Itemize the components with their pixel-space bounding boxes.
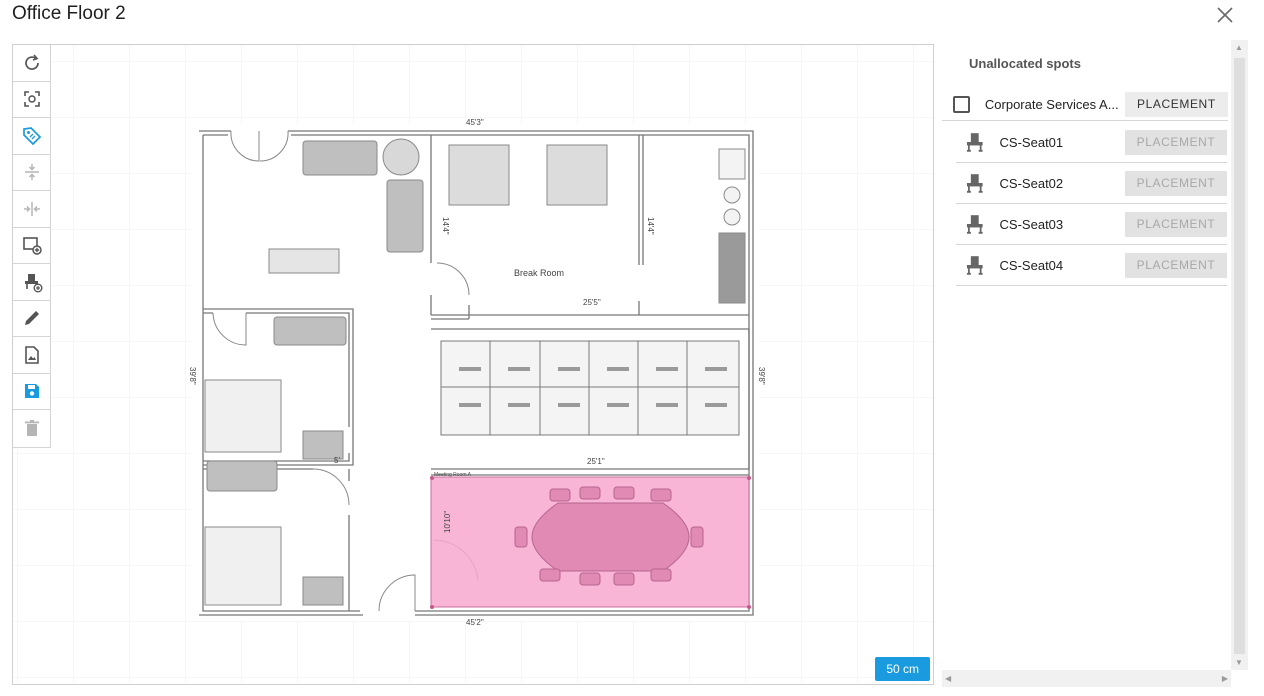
edit-button[interactable]: [13, 301, 50, 337]
compress-vertical-button[interactable]: [13, 155, 50, 191]
save-icon: [24, 384, 39, 399]
scroll-down-icon[interactable]: ▼: [1235, 658, 1243, 667]
scroll-right-icon[interactable]: ▶: [1222, 674, 1228, 683]
seat-placement-button[interactable]: PLACEMENT: [1124, 129, 1228, 155]
seat-placement-button[interactable]: PLACEMENT: [1124, 211, 1228, 237]
fit-view-button[interactable]: [13, 82, 50, 118]
pencil-icon: [24, 311, 39, 326]
group-placement-button[interactable]: PLACEMENT: [1124, 91, 1228, 117]
rotate-button[interactable]: [13, 45, 50, 82]
save-button[interactable]: [13, 374, 50, 410]
dim-break-left: 14'4": [441, 217, 450, 235]
dim-meeting-left: 10'10": [443, 511, 452, 533]
horizontal-scrollbar[interactable]: ◀ ▶: [942, 670, 1231, 687]
dim-workstations-bottom: 25'1": [587, 457, 605, 466]
floorplan-canvas[interactable]: 45'3" 25'5" 25'1" 45'2" 5' 39'8" 39'8" 1…: [12, 44, 934, 685]
seat-label: CS-Seat03: [999, 216, 1064, 232]
scroll-left-icon[interactable]: ◀: [945, 674, 951, 683]
meeting-room-label: Meeting Room A: [434, 472, 472, 478]
trash-icon: [24, 420, 39, 437]
dim-right: 39'8": [757, 367, 766, 385]
canvas-toolbar: [13, 45, 51, 448]
seat-label: CS-Seat01: [999, 134, 1064, 150]
focus-frame-icon: [23, 91, 40, 108]
list-item: CS-Seat02 PLACEMENT: [956, 163, 1228, 204]
group-label: Corporate Services A...: [984, 96, 1119, 112]
dim-bottom: 45'2": [466, 618, 484, 627]
seat-icon: [966, 215, 983, 234]
group-checkbox[interactable]: [953, 95, 970, 113]
compress-horizontal-button[interactable]: [13, 191, 50, 228]
dim-left: 39'8": [188, 367, 197, 385]
compress-horizontal-icon: [23, 201, 40, 216]
tag-icon: [22, 126, 41, 145]
image-button[interactable]: [13, 337, 50, 374]
seat-placement-button[interactable]: PLACEMENT: [1124, 252, 1228, 278]
list-item: CS-Seat04 PLACEMENT: [956, 245, 1228, 286]
rotate-icon: [24, 54, 39, 70]
close-icon: [1217, 7, 1233, 23]
scroll-up-icon[interactable]: ▲: [1235, 43, 1243, 52]
break-room-label: Break Room: [514, 268, 564, 278]
add-seat-icon: [24, 273, 42, 293]
tag-button[interactable]: [13, 118, 50, 155]
page-title: Office Floor 2: [12, 3, 126, 24]
seat-icon: [966, 174, 983, 193]
seat-icon: [966, 256, 983, 275]
compress-vertical-icon: [24, 164, 39, 181]
dim-top: 45'3": [466, 118, 484, 127]
dim-small: 5': [334, 456, 340, 465]
image-file-icon: [24, 345, 39, 364]
list-item: CS-Seat03 PLACEMENT: [956, 204, 1228, 245]
delete-button[interactable]: [13, 410, 50, 447]
vertical-scrollbar[interactable]: ▲ ▼: [1231, 40, 1248, 670]
add-area-icon: [22, 237, 42, 255]
scrollbar-thumb[interactable]: [1234, 58, 1245, 654]
seat-label: CS-Seat04: [999, 257, 1064, 273]
add-area-button[interactable]: [13, 228, 50, 264]
scale-badge: 50 cm: [875, 657, 930, 681]
unallocated-panel: Unallocated spots Corporate Services A..…: [942, 40, 1248, 686]
group-row: Corporate Services A... PLACEMENT: [942, 88, 1228, 121]
seat-icon: [966, 133, 983, 152]
close-button[interactable]: [1212, 2, 1238, 28]
floorplan-drawing: 45'3" 25'5" 25'1" 45'2" 5' 39'8" 39'8" 1…: [13, 45, 933, 684]
add-seat-button[interactable]: [13, 264, 50, 301]
list-item: CS-Seat01 PLACEMENT: [956, 122, 1228, 163]
panel-title: Unallocated spots: [969, 56, 1081, 71]
dim-break-bottom: 25'5": [583, 298, 601, 307]
dim-break-right: 14'4": [646, 217, 655, 235]
seat-label: CS-Seat02: [999, 175, 1064, 191]
seat-placement-button[interactable]: PLACEMENT: [1124, 170, 1228, 196]
